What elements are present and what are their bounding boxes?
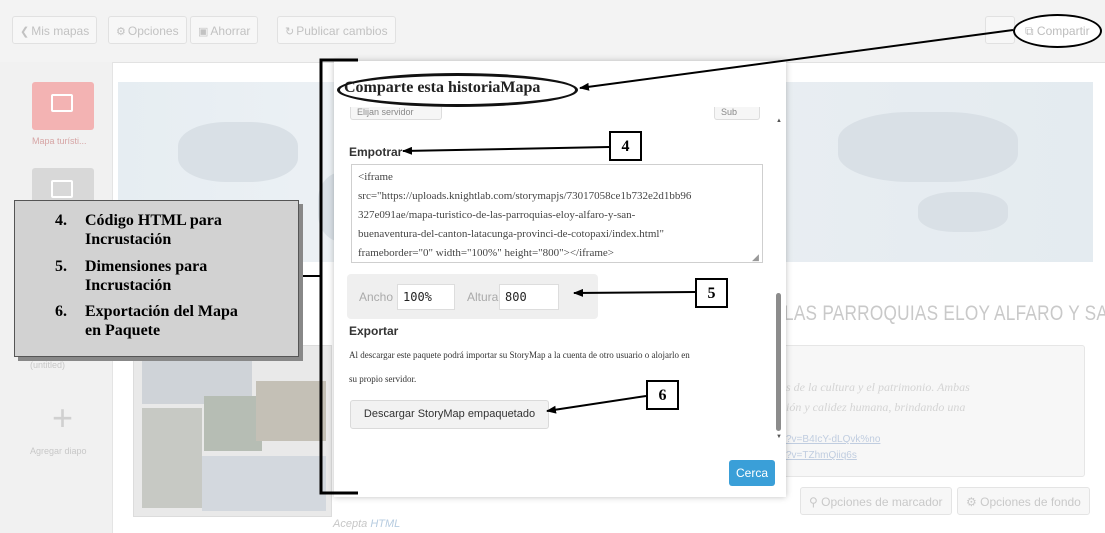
legend-text: Incrustación xyxy=(85,277,172,294)
annotation-number-4: 4 xyxy=(609,131,642,161)
annotation-legend: 4. Código HTML para Incrustación 5. Dime… xyxy=(14,200,299,357)
legend-number: 6. xyxy=(55,303,67,320)
legend-text: Incrustación xyxy=(85,231,172,248)
legend-text: Exportación del Mapa xyxy=(85,303,238,320)
legend-text: en Paquete xyxy=(85,322,161,339)
legend-number: 5. xyxy=(55,258,67,275)
annotation-arrow-5 xyxy=(573,288,696,297)
annotation-number-5: 5 xyxy=(695,278,728,308)
legend-number: 4. xyxy=(55,212,67,229)
annotation-arrow-4 xyxy=(402,146,610,155)
annotation-arrow-share xyxy=(579,29,1014,91)
annotation-bracket xyxy=(319,58,358,495)
annotation-arrow-6 xyxy=(546,395,647,414)
annotation-number-6: 6 xyxy=(646,380,679,410)
legend-text: Código HTML para xyxy=(85,212,222,229)
legend-text: Dimensiones para xyxy=(85,258,208,275)
